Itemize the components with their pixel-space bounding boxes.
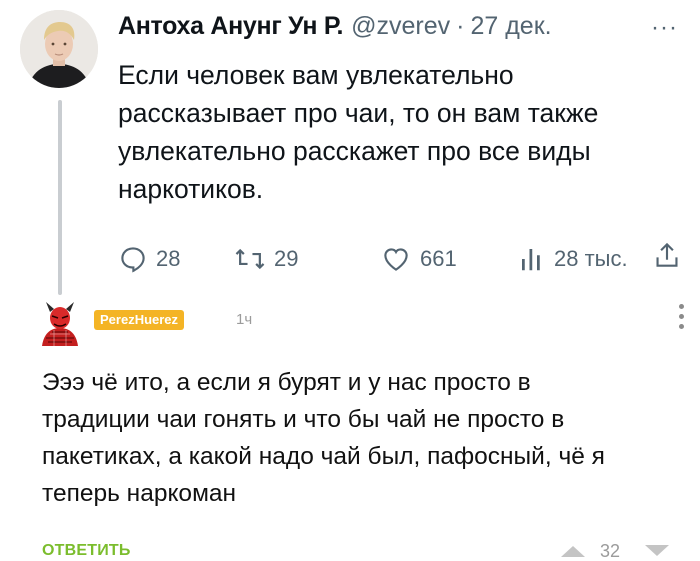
retweet-icon [235,248,265,270]
upvote-arrow-icon[interactable] [560,544,586,558]
views-chart-icon [522,249,540,271]
heart-icon [384,248,408,271]
share-icon [656,242,678,267]
avatar-portrait-icon [20,10,98,88]
tweet-header: Антоха Анунг Ун Р. @zverev · 27 дек. [118,12,680,50]
reply-icon [121,247,145,273]
like-button[interactable]: 661 [380,244,457,274]
views-button[interactable]: 28 тыс. [518,244,628,274]
comment-time: 1ч [236,311,253,328]
tweet-date[interactable]: 27 дек. [470,12,551,41]
comment-author-avatar[interactable] [36,298,84,346]
tweet-actions: 28 29 661 28 тыс. [118,242,688,284]
comment-card: PerezHuerez 1ч Эээ чё ито, а если я буря… [0,292,700,561]
like-count: 661 [420,246,457,271]
reply-count: 28 [156,246,181,271]
devil-avatar-icon [42,302,78,346]
tweet-author-avatar[interactable] [20,10,98,88]
downvote-arrow-icon[interactable] [644,544,670,558]
tweet-author-handle[interactable]: @zverev [351,12,450,41]
comment-text: Эээ чё ито, а если я бурят и у нас прост… [42,369,605,507]
tweet-text: Если человек вам увлекательно рассказыва… [118,60,599,204]
header-separator: · [456,12,465,40]
retweet-button[interactable]: 29 [234,244,298,274]
tweet-more-icon[interactable]: ··· [651,14,678,42]
thread-line [58,100,62,295]
share-button[interactable] [654,240,688,270]
tweet-card: Антоха Анунг Ун Р. @zverev · 27 дек. ···… [0,0,700,295]
comment-score: 32 [600,540,621,561]
comment-reply-button[interactable]: ОТВЕТИТЬ [42,542,131,560]
reply-button[interactable]: 28 [118,244,180,274]
comment-username-badge[interactable]: PerezHuerez [94,310,185,330]
tweet-author-name[interactable]: Антоха Анунг Ун Р. [118,12,343,41]
comment-rating: 32 [560,540,690,561]
comment-more-icon[interactable] [676,304,686,336]
views-count: 28 тыс. [554,246,628,271]
retweet-count: 29 [274,246,299,271]
